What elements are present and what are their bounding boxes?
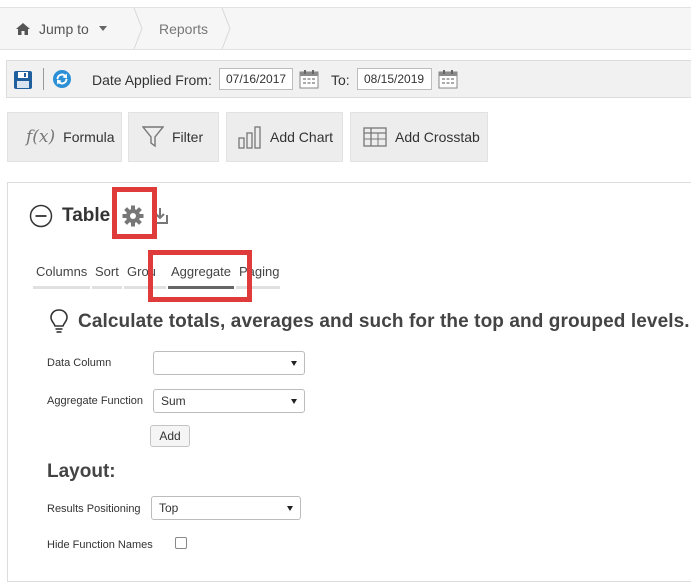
dropdown-arrow-icon (291, 361, 297, 366)
minus-circle-icon[interactable] (29, 204, 53, 228)
add-crosstab-button[interactable]: Add Crosstab (350, 112, 488, 162)
tab-sort-label: Sort (95, 264, 119, 279)
add-chart-button[interactable]: Add Chart (226, 112, 343, 162)
breadcrumb-reports-link[interactable]: Reports (159, 21, 208, 37)
lightbulb-icon (50, 309, 68, 333)
date-from-input[interactable]: 07/16/2017 (219, 68, 293, 90)
layout-heading: Layout: (47, 461, 116, 482)
breadcrumb: Jump to Reports (0, 7, 691, 50)
filter-button-label: Filter (172, 129, 204, 145)
toolbar-divider (43, 68, 44, 90)
dropdown-arrow-icon (287, 506, 293, 511)
grid-icon (363, 127, 387, 147)
results-positioning-value: Top (159, 501, 179, 515)
tab-sort[interactable]: Sort (92, 264, 122, 289)
date-to-label: To: (331, 72, 350, 88)
add-button[interactable]: Add (150, 425, 190, 447)
home-icon[interactable] (16, 23, 30, 35)
aggregate-function-value: Sum (161, 394, 186, 408)
gear-highlight-box (112, 187, 157, 239)
formula-button-label: Formula (63, 129, 115, 145)
data-column-label: Data Column (47, 357, 112, 369)
calendar-icon[interactable] (438, 69, 458, 89)
add-crosstab-button-label: Add Crosstab (395, 129, 480, 145)
add-chart-button-label: Add Chart (270, 129, 334, 145)
date-to-input[interactable]: 08/15/2019 (357, 68, 432, 90)
aggregate-tab-highlight-box (148, 250, 252, 302)
aggregate-description-heading: Calculate totals, averages and such for … (78, 311, 690, 332)
aggregate-function-select[interactable]: Sum (153, 389, 305, 413)
date-from-label: Date Applied From: (92, 72, 212, 88)
data-column-select[interactable] (153, 351, 305, 375)
funnel-icon (142, 126, 164, 148)
table-title: Table (62, 205, 111, 226)
calendar-icon[interactable] (299, 69, 319, 89)
formula-button[interactable]: f(x) Formula (7, 112, 122, 162)
aggregate-function-label: Aggregate Function (47, 395, 144, 407)
hide-function-names-checkbox[interactable] (175, 537, 187, 549)
breadcrumb-separator (133, 8, 143, 49)
tab-columns[interactable]: Columns (33, 264, 90, 289)
function-icon: f(x) (26, 127, 56, 147)
caret-down-icon[interactable] (99, 26, 107, 31)
jump-to-menu[interactable]: Jump to (39, 21, 89, 37)
results-positioning-label: Results Positioning (47, 503, 141, 515)
hide-function-names-label: Hide Function Names (47, 539, 153, 551)
breadcrumb-separator (221, 8, 231, 49)
dropdown-arrow-icon (291, 399, 297, 404)
save-icon[interactable] (13, 70, 33, 90)
refresh-icon[interactable] (52, 69, 72, 89)
table-panel (7, 182, 691, 582)
tab-columns-label: Columns (36, 264, 88, 279)
bar-chart-icon (238, 126, 261, 149)
filter-button[interactable]: Filter (128, 112, 219, 162)
results-positioning-select[interactable]: Top (151, 496, 301, 520)
